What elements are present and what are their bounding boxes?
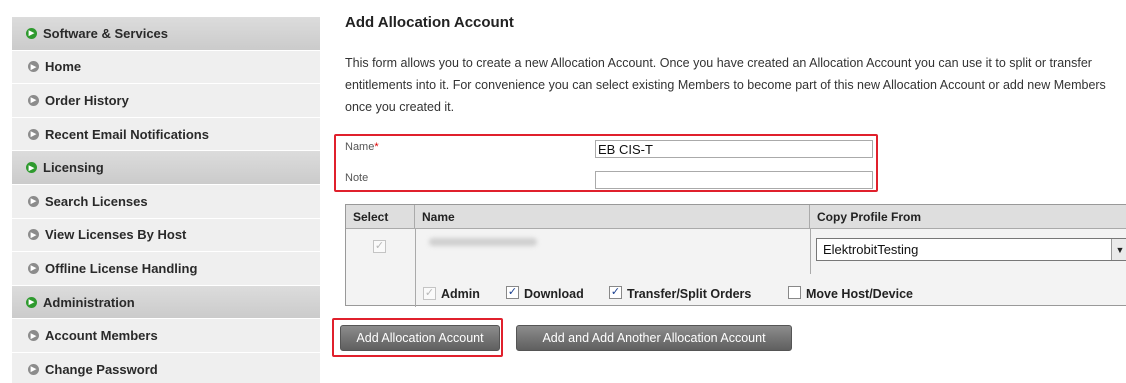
- intro-text: This form allows you to create a new All…: [345, 56, 1106, 114]
- sidebar-section-label: Licensing: [43, 160, 104, 176]
- row-select-checkbox[interactable]: ✓: [373, 240, 386, 253]
- download-checkbox[interactable]: ✓: [506, 286, 519, 299]
- column-divider: [415, 229, 416, 307]
- grey-arrow-bullet-icon: ▶: [28, 363, 39, 375]
- chevron-down-icon[interactable]: ▼: [1111, 239, 1126, 260]
- grey-arrow-bullet-icon: ▶: [28, 128, 39, 140]
- sidebar-item-label: Search Licenses: [45, 193, 148, 209]
- note-field[interactable]: [595, 171, 873, 189]
- grey-arrow-bullet-icon: ▶: [28, 330, 39, 342]
- name-label-text: Name: [345, 141, 375, 153]
- grey-arrow-bullet-icon: ▶: [28, 94, 39, 106]
- grey-arrow-bullet-icon: ▶: [28, 229, 39, 241]
- add-allocation-account-button[interactable]: Add Allocation Account: [340, 325, 500, 351]
- sidebar-item-label: View Licenses By Host: [45, 227, 187, 243]
- sidebar-item-label: Account Members: [45, 328, 158, 344]
- column-header-select: Select: [346, 205, 415, 229]
- transfer-split-label: Transfer/Split Orders: [627, 287, 752, 301]
- sidebar-item-offline-license-handling[interactable]: ▶ Offline License Handling: [12, 252, 320, 286]
- sidebar-item-change-password[interactable]: ▶ Change Password: [12, 352, 320, 383]
- green-arrow-bullet-icon: ▶: [26, 296, 37, 308]
- page-title: Add Allocation Account: [345, 14, 514, 31]
- required-marker: *: [374, 141, 379, 153]
- admin-label: Admin: [441, 287, 480, 301]
- sidebar-section-label: Administration: [43, 294, 135, 310]
- sidebar-item-label: Home: [45, 59, 82, 75]
- copy-profile-select[interactable]: ElektrobitTesting ▼: [816, 238, 1126, 261]
- column-header-name: Name: [415, 205, 810, 229]
- sidebar-item-label: Order History: [45, 92, 129, 108]
- grey-arrow-bullet-icon: ▶: [28, 262, 39, 274]
- admin-checkbox[interactable]: ✓: [423, 287, 436, 300]
- copy-profile-value: ElektrobitTesting: [823, 242, 919, 257]
- sidebar-nav: ▶ Software & Services ▶ Home ▶ Order His…: [12, 17, 320, 383]
- green-arrow-bullet-icon: ▶: [26, 27, 37, 39]
- sidebar-item-label: Offline License Handling: [45, 260, 198, 276]
- move-host-checkbox[interactable]: [788, 286, 801, 299]
- name-field[interactable]: [595, 140, 873, 158]
- transfer-split-checkbox[interactable]: ✓: [609, 286, 622, 299]
- sidebar-item-order-history[interactable]: ▶ Order History: [12, 84, 320, 118]
- grey-arrow-bullet-icon: ▶: [28, 61, 39, 73]
- add-another-allocation-account-button[interactable]: Add and Add Another Allocation Account: [516, 325, 792, 351]
- sidebar-item-recent-email-notifications[interactable]: ▶ Recent Email Notifications: [12, 117, 320, 152]
- download-label: Download: [524, 287, 584, 301]
- column-header-copy-profile: Copy Profile From: [810, 205, 1126, 229]
- move-host-label: Move Host/Device: [806, 287, 913, 301]
- sidebar-section-software-services[interactable]: ▶ Software & Services: [12, 17, 320, 51]
- sidebar-section-administration[interactable]: ▶ Administration: [12, 285, 320, 320]
- column-divider: [810, 229, 811, 274]
- member-email-redacted: [429, 238, 537, 246]
- note-field-label: Note: [345, 172, 369, 184]
- name-field-label: Name*: [345, 141, 379, 153]
- green-arrow-bullet-icon: ▶: [26, 162, 37, 174]
- sidebar-item-search-licenses[interactable]: ▶ Search Licenses: [12, 184, 320, 219]
- sidebar-item-view-licenses-by-host[interactable]: ▶ View Licenses By Host: [12, 218, 320, 253]
- sidebar-section-label: Software & Services: [43, 25, 169, 41]
- sidebar-section-licensing[interactable]: ▶ Licensing: [12, 151, 320, 185]
- sidebar-item-label: Change Password: [45, 361, 158, 377]
- sidebar-item-account-members[interactable]: ▶ Account Members: [12, 319, 320, 353]
- grey-arrow-bullet-icon: ▶: [28, 195, 39, 207]
- sidebar-item-label: Recent Email Notifications: [45, 126, 209, 142]
- sidebar-item-home[interactable]: ▶ Home: [12, 50, 320, 85]
